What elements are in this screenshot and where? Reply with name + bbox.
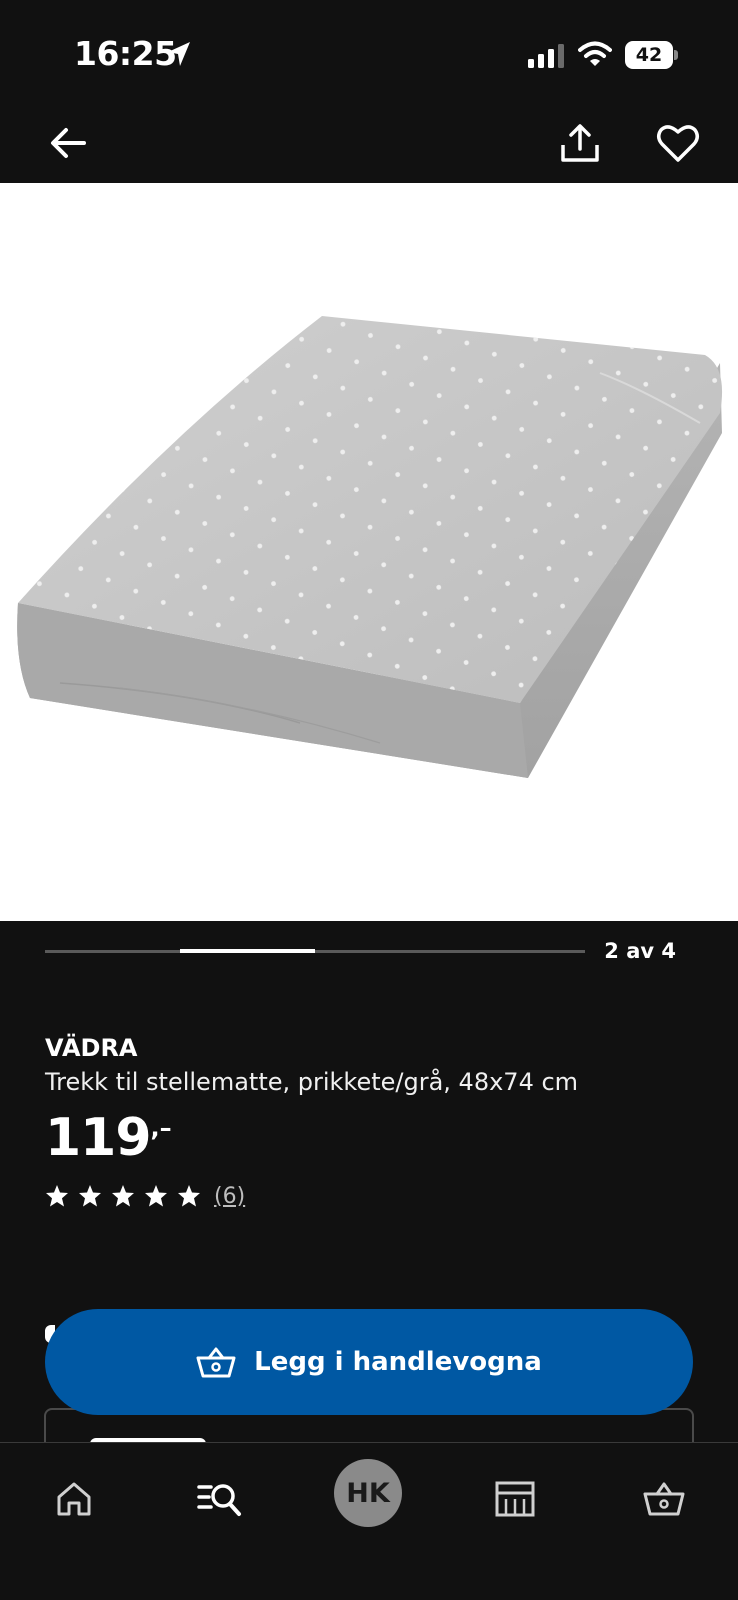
home-icon	[57, 1482, 91, 1516]
carousel-counter: 2 av 4	[604, 939, 676, 963]
status-bar: 16:25 42	[0, 0, 738, 105]
price-integer: 119	[45, 1108, 152, 1168]
nav-profile-avatar[interactable]: HK	[334, 1459, 402, 1527]
search-list-icon	[197, 1484, 241, 1516]
star-icon	[46, 1185, 68, 1207]
carousel-track	[45, 949, 585, 953]
location-arrow-icon	[168, 42, 190, 66]
star-icon	[145, 1185, 167, 1207]
add-to-cart-label: Legg i handlevogna	[254, 1347, 542, 1377]
wifi-icon	[578, 41, 612, 66]
cellular-signal-icon	[528, 44, 564, 68]
star-icon	[178, 1185, 200, 1207]
battery-indicator: 42	[625, 41, 678, 69]
shopping-basket-icon	[196, 1347, 236, 1378]
nav-cart[interactable]	[634, 1469, 694, 1529]
changing-pad-cover-illustration	[17, 316, 723, 778]
product-image[interactable]	[0, 183, 738, 921]
product-rating[interactable]: (6)	[45, 1180, 245, 1212]
top-navigation	[0, 105, 738, 183]
price-suffix: ,–	[150, 1114, 172, 1142]
product-description: Trekk til stellematte, prikkete/grå, 48x…	[45, 1068, 579, 1096]
shopping-basket-icon	[643, 1482, 685, 1516]
product-name: VÄDRA	[45, 1034, 138, 1062]
back-arrow-icon[interactable]	[44, 119, 92, 167]
star-icon	[79, 1185, 101, 1207]
battery-level: 42	[625, 41, 673, 69]
product-price: 119,–	[45, 1108, 172, 1168]
nav-search[interactable]	[190, 1469, 250, 1529]
add-to-cart-button[interactable]: Legg i handlevogna	[45, 1309, 693, 1415]
star-icon	[112, 1185, 134, 1207]
store-icon	[495, 1481, 535, 1517]
bottom-navigation: HK	[0, 1442, 738, 1600]
heart-favourite-icon[interactable]	[654, 119, 702, 167]
review-count-link[interactable]: (6)	[214, 1184, 245, 1209]
carousel-thumb	[180, 949, 315, 953]
battery-tip	[674, 50, 678, 60]
nav-stores[interactable]	[485, 1469, 545, 1529]
nav-home[interactable]	[44, 1469, 104, 1529]
share-icon[interactable]	[556, 119, 604, 167]
status-time: 16:25	[74, 34, 177, 73]
image-carousel-indicator: 2 av 4	[0, 921, 738, 981]
